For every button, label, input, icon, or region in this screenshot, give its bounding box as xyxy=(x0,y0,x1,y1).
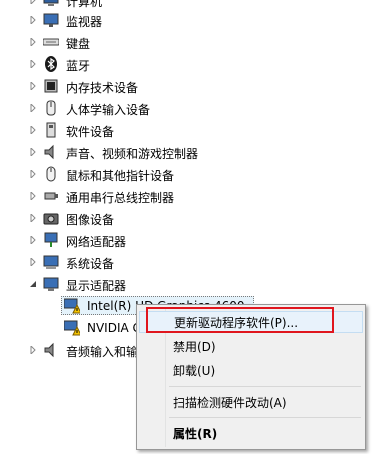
menu-item-properties[interactable]: 属性(R) xyxy=(139,422,363,444)
expand-arrow-icon[interactable] xyxy=(28,37,38,47)
tree-item-label: 蓝牙 xyxy=(66,59,91,73)
speaker-icon xyxy=(43,144,59,160)
menu-item-label: 卸载(U) xyxy=(173,363,216,378)
tree-item-label: 监视器 xyxy=(66,15,103,29)
menu-item-uninstall[interactable]: 卸载(U) xyxy=(139,359,363,381)
menu-item-label: 禁用(D) xyxy=(173,339,216,354)
network-icon xyxy=(43,232,59,248)
menu-item-label: 属性(R) xyxy=(173,426,218,441)
expand-arrow-icon[interactable] xyxy=(28,81,38,91)
memory-icon xyxy=(43,78,59,94)
tree-item-label: 人体学输入设备 xyxy=(66,103,151,117)
collapse-arrow-icon[interactable] xyxy=(28,279,38,289)
expand-arrow-icon[interactable] xyxy=(28,345,38,355)
tree-item-label: 图像设备 xyxy=(66,213,115,227)
menu-item-disable[interactable]: 禁用(D) xyxy=(139,335,363,357)
monitor-icon xyxy=(43,12,59,28)
tree-item-label: 内存技术设备 xyxy=(66,81,139,95)
highlight-annotation-box xyxy=(146,307,334,333)
display-warning-icon xyxy=(64,298,80,314)
tree-item-label: 软件设备 xyxy=(66,125,115,139)
menu-item-label: 扫描检测硬件改动(A) xyxy=(173,395,287,410)
tree-item-label: 网络适配器 xyxy=(66,235,127,249)
system-icon xyxy=(43,254,59,270)
menu-item-scan-hardware[interactable]: 扫描检测硬件改动(A) xyxy=(139,391,363,413)
expand-arrow-icon[interactable] xyxy=(28,15,38,25)
expand-arrow-icon[interactable] xyxy=(28,0,38,5)
software-device-icon xyxy=(43,122,59,138)
expand-arrow-icon[interactable] xyxy=(28,235,38,245)
menu-separator xyxy=(169,417,361,418)
tree-item-label: 声音、视频和游戏控制器 xyxy=(66,147,199,161)
tree-item-label: 显示适配器 xyxy=(66,279,127,293)
tree-item-label: 键盘 xyxy=(66,37,91,51)
display-warning-icon xyxy=(64,320,80,336)
camera-icon xyxy=(43,210,59,226)
tree-item-label: 通用串行总线控制器 xyxy=(66,191,175,205)
tree-item-label: 鼠标和其他指针设备 xyxy=(66,169,175,183)
audio-io-icon xyxy=(43,342,59,358)
usb-icon xyxy=(43,188,59,204)
keyboard-icon xyxy=(43,34,59,50)
expand-arrow-icon[interactable] xyxy=(28,213,38,223)
mouse-icon xyxy=(43,166,59,182)
expand-arrow-icon[interactable] xyxy=(28,191,38,201)
display-adapter-icon xyxy=(43,276,59,292)
expand-arrow-icon[interactable] xyxy=(28,125,38,135)
tree-item-label: 系统设备 xyxy=(66,257,115,271)
computer-icon xyxy=(43,0,59,8)
bluetooth-icon xyxy=(43,56,59,72)
hid-icon xyxy=(43,100,59,116)
expand-arrow-icon[interactable] xyxy=(28,147,38,157)
menu-separator xyxy=(169,386,361,387)
expand-arrow-icon[interactable] xyxy=(28,59,38,69)
expand-arrow-icon[interactable] xyxy=(28,169,38,179)
expand-arrow-icon[interactable] xyxy=(28,257,38,267)
tree-item-label: 计算机 xyxy=(66,0,103,9)
expand-arrow-icon[interactable] xyxy=(28,103,38,113)
